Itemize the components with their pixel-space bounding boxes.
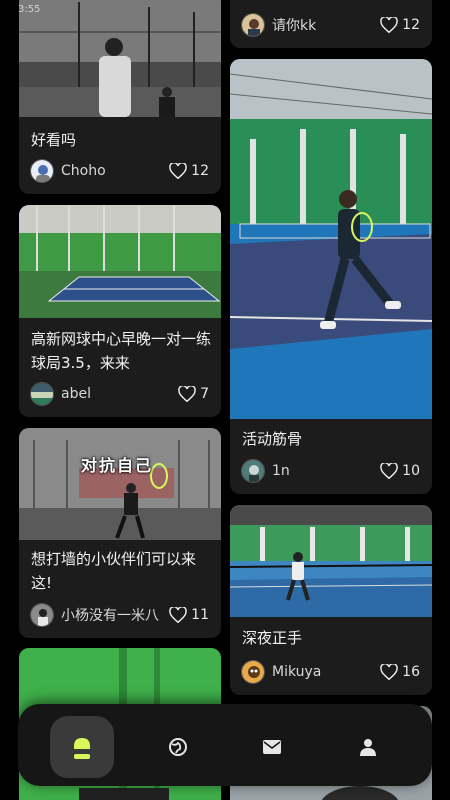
tab-messages[interactable] xyxy=(240,716,304,778)
profile-icon xyxy=(360,739,376,756)
avatar[interactable] xyxy=(241,13,265,37)
author-name[interactable]: Mikuya xyxy=(272,664,380,680)
feed-card-5[interactable]: 请你kk 12 xyxy=(230,0,432,48)
feed-card-7[interactable]: 深夜正手 Mikuya 16 xyxy=(230,505,432,695)
card-meta: 小杨没有一米八 11 xyxy=(30,602,209,628)
feed-card-3[interactable]: 对抗自己 想打墙的小伙伴们可以来这! 小杨没有一米八 11 xyxy=(19,428,221,638)
card-image xyxy=(19,0,221,117)
author-name[interactable]: abel xyxy=(61,386,178,402)
card-title: 好看吗 xyxy=(31,131,77,149)
card-meta: 1n 10 xyxy=(241,458,420,484)
like-button[interactable]: 10 xyxy=(380,463,420,479)
card-title: 活动筋骨 xyxy=(242,430,303,448)
avatar[interactable] xyxy=(241,660,265,684)
author-name[interactable]: 小杨没有一米八 xyxy=(61,605,169,625)
tab-discover[interactable] xyxy=(146,716,210,778)
author-name[interactable]: Choho xyxy=(61,163,169,179)
like-count: 12 xyxy=(402,17,420,33)
avatar[interactable] xyxy=(30,603,54,627)
card-title: 想打墙的小伙伴们可以来这! xyxy=(31,550,197,592)
mail-icon xyxy=(263,740,281,754)
globe-icon xyxy=(169,738,187,756)
like-button[interactable]: 12 xyxy=(169,163,209,179)
avatar[interactable] xyxy=(30,159,54,183)
heart-icon xyxy=(169,607,187,623)
like-button[interactable]: 12 xyxy=(380,17,420,33)
author-name[interactable]: 请你kk xyxy=(272,15,380,35)
card-image xyxy=(19,205,221,318)
card-image: 对抗自己 xyxy=(19,428,221,540)
like-count: 11 xyxy=(191,607,209,623)
card-image xyxy=(230,59,432,419)
heart-icon xyxy=(380,463,398,479)
feed-card-2[interactable]: 高新网球中心早晚一对一练球局3.5，来来 abel 7 xyxy=(19,205,221,417)
tab-home[interactable] xyxy=(50,716,114,778)
heart-icon xyxy=(380,17,398,33)
avatar[interactable] xyxy=(241,459,265,483)
card-meta: Choho 12 xyxy=(30,158,209,184)
like-button[interactable]: 11 xyxy=(169,607,209,623)
tab-profile[interactable] xyxy=(336,716,400,778)
card-title: 高新网球中心早晚一对一练球局3.5，来来 xyxy=(31,330,212,372)
heart-icon xyxy=(178,386,196,402)
author-name[interactable]: 1n xyxy=(272,463,380,479)
like-count: 12 xyxy=(191,163,209,179)
card-meta: abel 7 xyxy=(30,381,209,407)
avatar[interactable] xyxy=(30,382,54,406)
like-count: 7 xyxy=(200,386,209,402)
heart-icon xyxy=(169,163,187,179)
home-icon xyxy=(74,738,90,759)
status-time: 3:55 xyxy=(18,4,41,15)
like-count: 10 xyxy=(402,463,420,479)
feed-card-1[interactable]: 好看吗 Choho 12 xyxy=(19,0,221,194)
card-meta: 请你kk 12 xyxy=(241,12,420,38)
image-caption: 对抗自己 xyxy=(81,456,154,475)
bottom-tab-bar xyxy=(18,704,432,786)
card-meta: Mikuya 16 xyxy=(241,659,420,685)
feed-card-6[interactable]: 活动筋骨 1n 10 xyxy=(230,59,432,494)
card-title: 深夜正手 xyxy=(242,629,303,647)
heart-icon xyxy=(380,664,398,680)
like-button[interactable]: 7 xyxy=(178,386,209,402)
like-button[interactable]: 16 xyxy=(380,664,420,680)
card-image xyxy=(230,505,432,617)
like-count: 16 xyxy=(402,664,420,680)
